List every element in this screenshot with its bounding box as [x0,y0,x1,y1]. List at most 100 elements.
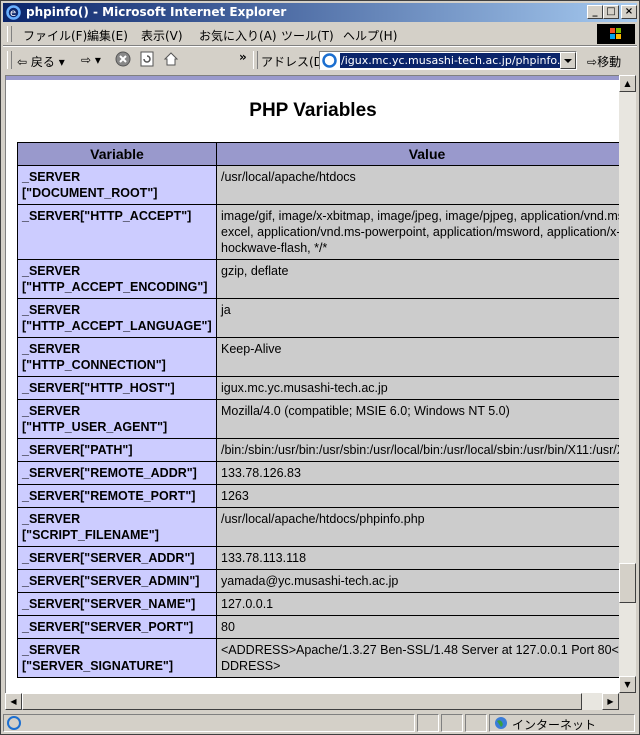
table-row: _SERVER ["SERVER_SIGNATURE"] <ADDRESS>Apa… [17,638,620,678]
scroll-left-button[interactable]: ◀ [5,693,22,710]
variable-value-cell: /usr/local/apache/htdocs [216,165,620,205]
variable-value-cell: image/gif, image/x-xbitmap, image/jpeg, … [216,204,620,260]
table-row: _SERVER["HTTP_ACCEPT"] image/gif, image/x… [17,204,620,260]
menu-grip [7,26,12,42]
horizontal-scroll-thumb[interactable] [22,693,582,710]
refresh-button[interactable] [139,51,155,70]
variable-name-cell: _SERVER["HTTP_ACCEPT"] [17,204,217,260]
status-pane-2 [441,714,463,732]
table-row: _SERVER["HTTP_HOST"] igux.mc.yc.musashi-t… [17,376,620,400]
horizontal-scrollbar[interactable]: ◀ ▶ [5,693,619,710]
table-row: _SERVER ["DOCUMENT_ROOT"]/usr/local/apac… [17,165,620,205]
vertical-scrollbar[interactable]: ▲ ▼ [619,75,636,693]
table-row: _SERVER["SERVER_ADDR"] 133.78.113.118 [17,546,620,570]
variable-name-cell: _SERVER["REMOTE_PORT"] [17,484,217,508]
address-grip [253,51,258,69]
variable-value-cell: yamada@yc.musashi-tech.ac.jp [216,569,620,593]
variable-name-cell: _SERVER["REMOTE_ADDR"] [17,461,217,485]
scroll-up-button[interactable]: ▲ [619,75,636,92]
toolbar-grip [7,51,12,69]
address-field[interactable]: /igux.mc.yc.musashi-tech.ac.jp/phpinfo.p… [319,51,577,70]
menu-tools[interactable]: ツール(T) [281,27,334,44]
go-button[interactable]: ⇨移動 [587,53,621,70]
menu-view[interactable]: 表示(V) [141,27,183,44]
variable-name-cell: _SERVER ["HTTP_USER_AGENT"] [17,399,217,439]
menu-favorites[interactable]: お気に入り(A) [199,27,277,44]
home-icon [163,52,179,66]
variable-name-cell: _SERVER["HTTP_HOST"] [17,376,217,400]
menu-file[interactable]: ファイル(F) [23,27,87,44]
ie-icon: e [6,5,21,20]
title-bar: e phpinfo() - Microsoft Internet Explore… [3,3,637,22]
scrollbar-corner [619,693,636,710]
variable-name-cell: _SERVER["SERVER_ADMIN"] [17,569,217,593]
zone-label: インターネット [512,718,597,732]
status-bar: インターネット [3,713,637,733]
back-button[interactable]: ⇦ 戻る ▾ [17,53,65,70]
address-url: /igux.mc.yc.musashi-tech.ac.jp/phpinfo.p… [340,53,576,68]
menu-help[interactable]: ヘルプ(H) [343,27,397,44]
go-label: 移動 [597,55,622,69]
page-title: PHP Variables [249,100,377,121]
back-label: 戻る [30,55,55,69]
table-row: _SERVER["REMOTE_PORT"] 1263 [17,484,620,508]
variable-value-cell: gzip, deflate [216,259,620,299]
page-icon [322,53,337,68]
table-row: _SERVER["SERVER_ADMIN"] yamada@yc.musashi… [17,569,620,593]
variable-value-cell: Keep-Alive [216,337,620,377]
variable-value-cell: /bin:/sbin:/usr/bin:/usr/sbin:/usr/local… [216,438,620,462]
table-row: _SERVER ["HTTP_ACCEPT_ENCODING"] gzip, de… [17,259,620,299]
column-header-variable: Variable [17,142,217,166]
maximize-button[interactable]: □ [603,5,619,19]
globe-icon [495,717,507,729]
table-row: _SERVER["REMOTE_ADDR"] 133.78.126.83 [17,461,620,485]
browser-window: e phpinfo() - Microsoft Internet Explore… [0,0,640,735]
variable-name-cell: _SERVER ["SCRIPT_FILENAME"] [17,507,217,547]
variable-value-cell: igux.mc.yc.musashi-tech.ac.jp [216,376,620,400]
go-arrow-icon: ⇨ [587,55,598,69]
toolbar: ⇦ 戻る ▾ ⇨ ▾ » アドレス(D) /igux.mc.yc.musashi… [3,46,637,74]
variable-value-cell: 80 [216,615,620,639]
variable-value-cell: <ADDRESS>Apache/1.3.27 Ben-SSL/1.48 Serv… [216,638,620,678]
table-row: _SERVER ["HTTP_USER_AGENT"] Mozilla/4.0 (… [17,399,620,439]
table-row: _SERVER ["SCRIPT_FILENAME"]/usr/local/ap… [17,507,620,547]
refresh-icon [140,51,154,67]
column-header-value: Value [216,142,620,166]
variable-name-cell: _SERVER["SERVER_ADDR"] [17,546,217,570]
scroll-right-button[interactable]: ▶ [602,693,619,710]
variable-name-cell: _SERVER["SERVER_NAME"] [17,592,217,616]
home-button[interactable] [163,51,179,70]
minimize-button[interactable]: _ [587,5,603,19]
close-button[interactable]: × [621,5,637,19]
variable-value-cell: ja [216,298,620,338]
address-dropdown-button[interactable] [560,52,576,69]
status-pane-1 [417,714,439,732]
table-bottom-edge [6,76,620,80]
variable-value-cell: 133.78.113.118 [216,546,620,570]
table-body: _SERVER ["DOCUMENT_ROOT"]/usr/local/apac… [17,165,620,678]
forward-arrow-icon: ⇨ [81,53,92,67]
window-title: phpinfo() - Microsoft Internet Explorer [26,5,287,19]
vertical-scroll-thumb[interactable] [619,563,636,603]
menu-edit[interactable]: 編集(E) [87,27,128,44]
forward-button[interactable]: ⇨ ▾ [81,53,101,67]
table-row: _SERVER["SERVER_NAME"] 127.0.0.1 [17,592,620,616]
variable-name-cell: _SERVER ["DOCUMENT_ROOT"] [17,165,217,205]
status-pane-3 [465,714,487,732]
stop-button[interactable] [115,51,131,70]
variable-value-cell: Mozilla/4.0 (compatible; MSIE 6.0; Windo… [216,399,620,439]
table-row: _SERVER["PATH"]/bin:/sbin:/usr/bin:/usr/… [17,438,620,462]
status-text-pane [3,714,415,732]
address-label: アドレス(D) [261,55,328,69]
svg-text:e: e [10,8,16,19]
variable-name-cell: _SERVER["SERVER_PORT"] [17,615,217,639]
table-row: _SERVER["SERVER_PORT"] 80 [17,615,620,639]
variable-value-cell: 127.0.0.1 [216,592,620,616]
variable-value-cell: 133.78.126.83 [216,461,620,485]
php-variables-table: Variable Value _SERVER ["DOCUMENT_ROOT"]… [17,142,620,678]
menu-bar: ファイル(F) 編集(E) 表示(V) お気に入り(A) ツール(T) ヘルプ(… [3,23,637,46]
toolbar-chevron[interactable]: » [239,50,247,64]
scroll-down-button[interactable]: ▼ [619,676,636,693]
table-row: _SERVER ["HTTP_ACCEPT_LANGUAGE"] ja [17,298,620,338]
table-row: _SERVER ["HTTP_CONNECTION"] Keep-Alive [17,337,620,377]
